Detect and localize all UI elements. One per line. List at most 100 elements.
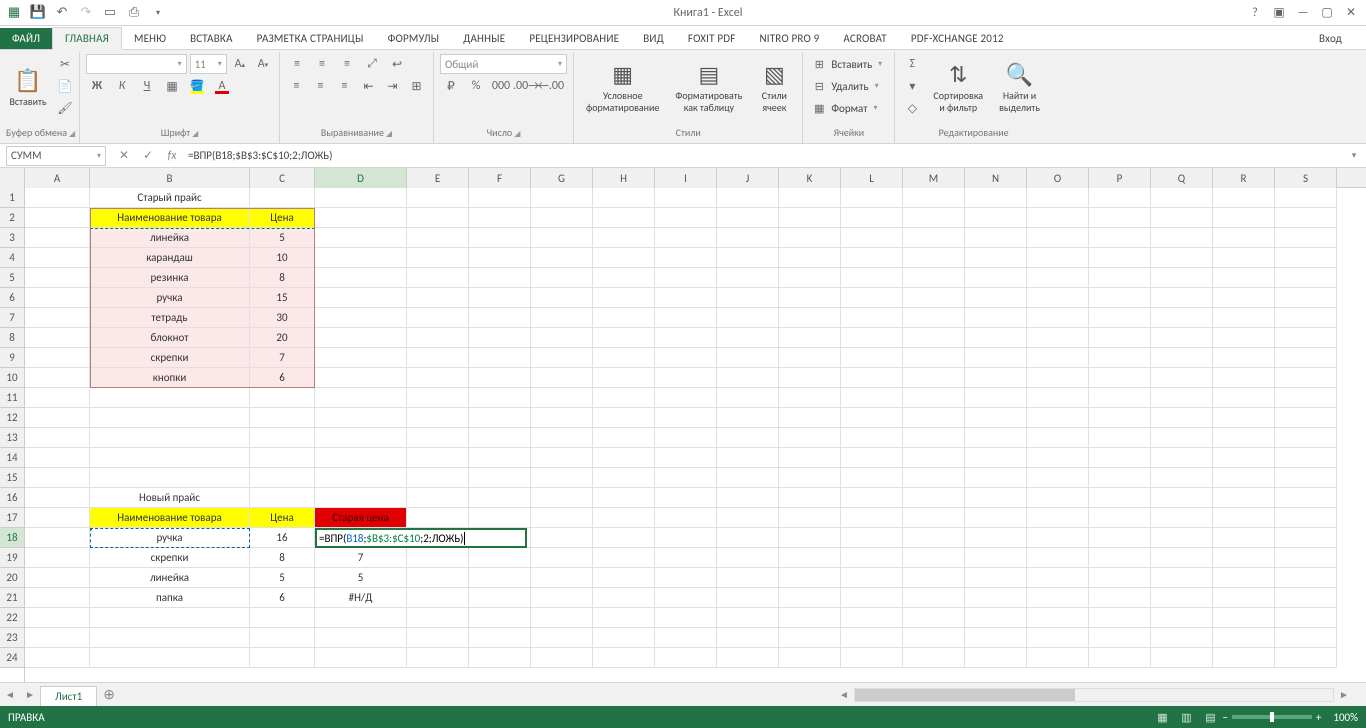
cell-D11[interactable] [315,388,407,408]
cell-K14[interactable] [779,448,841,468]
cell-F16[interactable] [469,488,531,508]
cell-E4[interactable] [407,248,469,268]
cell-H10[interactable] [593,368,655,388]
cell-Q23[interactable] [1151,628,1213,648]
cell-P17[interactable] [1089,508,1151,528]
paste-button[interactable]: 📋 Вставить [6,54,50,120]
cell-J16[interactable] [717,488,779,508]
cell-M10[interactable] [903,368,965,388]
cell-B13[interactable] [90,428,250,448]
cell-J19[interactable] [717,548,779,568]
cell-I19[interactable] [655,548,717,568]
cell-D15[interactable] [315,468,407,488]
cell-B12[interactable] [90,408,250,428]
cell-F17[interactable] [469,508,531,528]
col-header-P[interactable]: P [1089,168,1151,188]
close-icon[interactable]: ✕ [1340,3,1362,23]
cell-P5[interactable] [1089,268,1151,288]
cell-O23[interactable] [1027,628,1089,648]
cell-B23[interactable] [90,628,250,648]
cell-A8[interactable] [25,328,90,348]
cell-N20[interactable] [965,568,1027,588]
tab-foxit-pdf[interactable]: Foxit PDF [676,28,748,49]
cell-J7[interactable] [717,308,779,328]
cell-G1[interactable] [531,188,593,208]
cell-O21[interactable] [1027,588,1089,608]
cell-Q13[interactable] [1151,428,1213,448]
cell-B14[interactable] [90,448,250,468]
cell-M24[interactable] [903,648,965,668]
cell-K7[interactable] [779,308,841,328]
cell-I5[interactable] [655,268,717,288]
cell-D8[interactable] [315,328,407,348]
cell-K23[interactable] [779,628,841,648]
cell-K2[interactable] [779,208,841,228]
cell-G21[interactable] [531,588,593,608]
sheet-nav-prev-icon[interactable]: ◄ [0,685,20,705]
cell-P24[interactable] [1089,648,1151,668]
cell-H19[interactable] [593,548,655,568]
cell-A19[interactable] [25,548,90,568]
cell-P9[interactable] [1089,348,1151,368]
cell-G2[interactable] [531,208,593,228]
cell-H17[interactable] [593,508,655,528]
cell-O11[interactable] [1027,388,1089,408]
row-header-3[interactable]: 3 [0,228,24,248]
cell-Q15[interactable] [1151,468,1213,488]
cell-B16[interactable]: Новый прайс [90,488,250,508]
cell-E15[interactable] [407,468,469,488]
cell-J20[interactable] [717,568,779,588]
cell-E7[interactable] [407,308,469,328]
wrap-text-icon[interactable]: ↩ [386,54,408,74]
percent-icon[interactable]: % [465,76,487,96]
cell-M6[interactable] [903,288,965,308]
cell-P11[interactable] [1089,388,1151,408]
cell-F9[interactable] [469,348,531,368]
cells-area[interactable]: Старый прайсНаименование товараЦеналиней… [25,188,1366,682]
cell-D5[interactable] [315,268,407,288]
cell-N16[interactable] [965,488,1027,508]
cell-O4[interactable] [1027,248,1089,268]
cell-C8[interactable]: 20 [250,328,315,348]
sheet-tab-active[interactable]: Лист1 [40,686,97,706]
cell-R7[interactable] [1213,308,1275,328]
row-header-12[interactable]: 12 [0,408,24,428]
cell-G6[interactable] [531,288,593,308]
sort-filter-button[interactable]: ⇅Сортировка и фильтр [927,54,989,120]
cell-O18[interactable] [1027,528,1089,548]
cell-R16[interactable] [1213,488,1275,508]
cell-S19[interactable] [1275,548,1337,568]
row-header-22[interactable]: 22 [0,608,24,628]
cell-S10[interactable] [1275,368,1337,388]
cell-S3[interactable] [1275,228,1337,248]
cell-L2[interactable] [841,208,903,228]
cell-H8[interactable] [593,328,655,348]
cell-S9[interactable] [1275,348,1337,368]
cell-L5[interactable] [841,268,903,288]
cell-O22[interactable] [1027,608,1089,628]
cell-C11[interactable] [250,388,315,408]
cell-J18[interactable] [717,528,779,548]
cell-F6[interactable] [469,288,531,308]
cell-J13[interactable] [717,428,779,448]
cell-P22[interactable] [1089,608,1151,628]
cell-R14[interactable] [1213,448,1275,468]
cell-R22[interactable] [1213,608,1275,628]
col-header-L[interactable]: L [841,168,903,188]
cell-O15[interactable] [1027,468,1089,488]
cell-R1[interactable] [1213,188,1275,208]
cell-M5[interactable] [903,268,965,288]
bold-button[interactable]: Ж [86,76,108,96]
cell-F5[interactable] [469,268,531,288]
cell-S24[interactable] [1275,648,1337,668]
cell-P23[interactable] [1089,628,1151,648]
cell-H23[interactable] [593,628,655,648]
number-format-select[interactable]: Общий▾ [440,54,567,74]
cell-L19[interactable] [841,548,903,568]
cell-A4[interactable] [25,248,90,268]
tab-pdf-xchange-2012[interactable]: PDF-XChange 2012 [899,28,1016,49]
font-size-select[interactable]: 11▾ [190,54,227,74]
cell-C13[interactable] [250,428,315,448]
conditional-formatting-button[interactable]: ▦Условное форматирование [580,54,665,120]
row-header-5[interactable]: 5 [0,268,24,288]
